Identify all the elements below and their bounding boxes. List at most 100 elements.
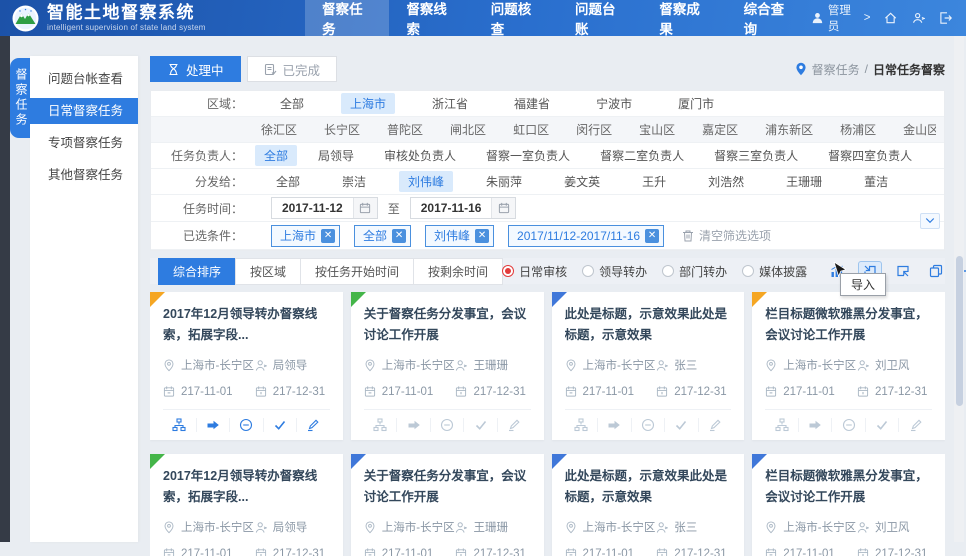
remove-tag-icon[interactable]: ✕ <box>392 229 406 243</box>
distribute-option[interactable]: 姜文英 <box>555 171 609 192</box>
home-icon[interactable] <box>884 11 897 25</box>
owner-option[interactable]: 局领导 <box>309 145 363 166</box>
tab-processing[interactable]: 处理中 <box>150 56 241 82</box>
region-option[interactable]: 浙江省 <box>423 93 477 114</box>
region-option[interactable]: 全部 <box>271 93 313 114</box>
vertical-scrollbar[interactable] <box>954 36 964 542</box>
task-card[interactable]: 2017年12月领导转办督察线索，拓展字段... 上海市-长宁区 局领导 <box>150 454 343 556</box>
task-card[interactable]: 此处是标题，示意效果此处是标题，示意效果 上海市-长宁区 张三 <box>552 454 745 556</box>
sidebar-item[interactable]: 问题台帐查看 <box>30 66 138 92</box>
edit-action-button[interactable] <box>498 418 531 432</box>
sidebar-group-tab[interactable]: 督察任务 <box>10 58 30 138</box>
forward-action-button[interactable] <box>197 418 231 432</box>
sidebar-item[interactable]: 专项督察任务 <box>30 130 138 156</box>
sidebar-item[interactable]: 日常督察任务 <box>30 98 138 124</box>
task-card[interactable]: 栏目标题微软雅黑分发事宜，会议讨论工作开展 上海市-长宁区 刘卫风 <box>752 292 945 440</box>
edit-action-button[interactable] <box>899 418 932 432</box>
complete-action-button[interactable] <box>866 418 900 432</box>
category-radio[interactable]: 部门转办 <box>662 263 727 280</box>
top-nav-item[interactable]: 问题台账 <box>558 0 642 36</box>
calendar-picker-icon[interactable] <box>353 198 377 218</box>
calendar-picker-icon[interactable] <box>491 198 515 218</box>
distribute-option[interactable]: 全部 <box>267 171 309 192</box>
district-option[interactable]: 杨浦区 <box>831 119 885 140</box>
suspend-action-button[interactable] <box>632 418 666 432</box>
district-option[interactable]: 嘉定区 <box>693 119 747 140</box>
region-option[interactable]: 厦门市 <box>669 93 723 114</box>
task-card[interactable]: 2017年12月领导转办督察线索，拓展字段... 上海市-长宁区 局领导 <box>150 292 343 440</box>
complete-action-button[interactable] <box>665 418 699 432</box>
region-option[interactable]: 宁波市 <box>587 93 641 114</box>
user-menu[interactable]: 管理员> <box>811 2 871 34</box>
profile-icon[interactable] <box>912 11 925 25</box>
complete-action-button[interactable] <box>464 418 498 432</box>
remove-tag-icon[interactable]: ✕ <box>645 229 659 243</box>
owner-option[interactable]: 督察三室负责人 <box>705 145 807 166</box>
export-button[interactable] <box>891 261 915 281</box>
category-radio[interactable]: 日常审核 <box>502 263 567 280</box>
top-nav-item[interactable]: 问题核查 <box>474 0 558 36</box>
forward-action-button[interactable] <box>799 418 833 432</box>
edit-action-button[interactable] <box>699 418 732 432</box>
owner-option[interactable]: 督察一室负责人 <box>477 145 579 166</box>
top-nav-item[interactable]: 督察成果 <box>642 0 726 36</box>
category-radio[interactable]: 媒体披露 <box>742 263 807 280</box>
distribute-action-button[interactable] <box>364 418 398 432</box>
top-nav-item[interactable]: 综合查询 <box>727 0 811 36</box>
tab-done[interactable]: 已完成 <box>247 56 338 82</box>
district-option[interactable]: 徐汇区 <box>252 119 306 140</box>
suspend-action-button[interactable] <box>431 418 465 432</box>
district-option[interactable]: 宝山区 <box>630 119 684 140</box>
top-nav-item[interactable]: 督察线索 <box>389 0 473 36</box>
task-card[interactable]: 此处是标题，示意效果此处是标题，示意效果 上海市-长宁区 张三 <box>552 292 745 440</box>
distribute-option[interactable]: 朱丽萍 <box>477 171 531 192</box>
task-card[interactable]: 关于督察任务分发事宜，会议讨论工作开展 上海市-长宁区 王珊珊 <box>351 454 544 556</box>
district-option[interactable]: 闸北区 <box>441 119 495 140</box>
distribute-option[interactable]: 刘浩然 <box>699 171 753 192</box>
district-option[interactable]: 虹口区 <box>504 119 558 140</box>
distribute-option[interactable]: 崇洁 <box>333 171 375 192</box>
remove-tag-icon[interactable]: ✕ <box>321 229 335 243</box>
region-option[interactable]: 上海市 <box>341 93 395 114</box>
task-card[interactable]: 关于督察任务分发事宜，会议讨论工作开展 上海市-长宁区 王珊珊 <box>351 292 544 440</box>
owner-option[interactable]: 督察四室负责人 <box>819 145 921 166</box>
sort-tab[interactable]: 按区域 <box>235 258 301 285</box>
distribute-action-button[interactable] <box>565 418 599 432</box>
distribute-action-button[interactable] <box>765 418 799 432</box>
suspend-action-button[interactable] <box>832 418 866 432</box>
region-option[interactable]: 福建省 <box>505 93 559 114</box>
sort-tab[interactable]: 按任务开始时间 <box>300 258 414 285</box>
distribute-option[interactable]: 刘伟峰 <box>399 171 453 192</box>
distribute-option[interactable]: 董洁 <box>855 171 897 192</box>
sort-tab[interactable]: 综合排序 <box>158 258 236 285</box>
owner-option[interactable]: 全部 <box>255 145 297 166</box>
district-option[interactable]: 闵行区 <box>567 119 621 140</box>
suspend-action-button[interactable] <box>230 418 264 432</box>
district-option[interactable]: 浦东新区 <box>756 119 822 140</box>
scrollbar-thumb[interactable] <box>956 256 963 406</box>
owner-option[interactable]: 督察五室负责人 <box>933 145 936 166</box>
top-nav-item[interactable]: 督察任务 <box>305 0 389 36</box>
task-card[interactable]: 栏目标题微软雅黑分发事宜，会议讨论工作开展 上海市-长宁区 刘卫风 <box>752 454 945 556</box>
breadcrumb-parent[interactable]: 督察任务 <box>812 61 860 78</box>
remove-tag-icon[interactable]: ✕ <box>475 229 489 243</box>
forward-action-button[interactable] <box>598 418 632 432</box>
district-option[interactable]: 普陀区 <box>378 119 432 140</box>
task-time-from-input[interactable]: 2017-11-12 <box>271 197 378 219</box>
clear-filters-button[interactable]: 清空筛选选项 <box>682 227 771 244</box>
task-time-to-input[interactable]: 2017-11-16 <box>410 197 517 219</box>
forward-action-button[interactable] <box>397 418 431 432</box>
district-option[interactable]: 长宁区 <box>315 119 369 140</box>
distribute-action-button[interactable] <box>163 418 197 432</box>
sort-tab[interactable]: 按剩余时间 <box>413 258 503 285</box>
complete-action-button[interactable] <box>264 418 298 432</box>
collapse-filters-button[interactable] <box>920 213 940 229</box>
category-radio[interactable]: 领导转办 <box>582 263 647 280</box>
distribute-option[interactable]: 王升 <box>633 171 675 192</box>
distribute-option[interactable]: 王珊珊 <box>777 171 831 192</box>
owner-option[interactable]: 审核处负责人 <box>375 145 465 166</box>
district-option[interactable]: 金山区 <box>894 119 936 140</box>
logout-icon[interactable] <box>939 11 952 25</box>
edit-action-button[interactable] <box>297 418 330 432</box>
copy-button[interactable] <box>924 261 948 281</box>
